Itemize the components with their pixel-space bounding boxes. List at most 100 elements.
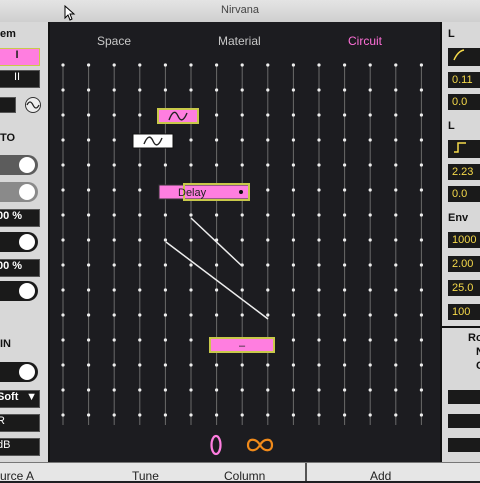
label-n: N [476,346,480,358]
grid-node [189,313,193,317]
grid-node [368,263,372,267]
value-field-6[interactable]: 2.00 [448,256,480,272]
grid-node [368,163,372,167]
grid-node [240,213,244,217]
grid-node [343,63,347,67]
sine-module-1[interactable] [157,108,199,124]
grid-node [266,63,270,67]
grid-node [368,138,372,142]
grid-node [87,138,91,142]
grid-node [163,88,167,92]
grid-node [419,113,423,117]
grid-node [368,63,372,67]
grid-node [112,363,116,367]
grid-node [394,263,398,267]
pulse-shape-button[interactable] [448,140,480,158]
add-button[interactable]: Add [370,469,391,483]
right-panel: L 0.11 0.0 L 2.23 0.0 Env 1000 2.00 25.0… [440,22,480,462]
grid-node [266,163,270,167]
grid-node [291,163,295,167]
grid-node [317,263,321,267]
divider [442,326,480,328]
grid-node [317,63,321,67]
grid-node [61,388,65,392]
grid-node [368,113,372,117]
toggle-3[interactable] [0,232,38,252]
value-field-7[interactable]: 25.0 [448,280,480,296]
grid-node [266,288,270,292]
grid-node [343,163,347,167]
grid-node [240,63,244,67]
source-tab[interactable]: urce A [0,469,34,483]
value-field-4[interactable]: 0.0 [448,186,480,202]
infinity-icon[interactable] [246,438,274,452]
grid-node [61,88,65,92]
grid-node [368,188,372,192]
grid-node [343,338,347,342]
grid-node [343,188,347,192]
value-field-2[interactable]: 0.0 [448,94,480,110]
mode-dropdown[interactable]: Soft ▼ [0,390,40,408]
grid-node [61,213,65,217]
grid-node [189,363,193,367]
left-panel-header: em [0,28,16,40]
grid-lines [62,65,422,425]
grid-node [163,363,167,367]
grid-node [266,213,270,217]
toggle-4[interactable] [0,281,38,301]
left-panel: em I II TO 00 % 00 % IN Soft ▼ R dB [0,22,50,462]
grid-node [317,288,321,292]
percent-field-2[interactable]: 00 % [0,259,40,277]
grid-node [215,313,219,317]
grid-node [266,113,270,117]
grid-node [394,288,398,292]
sine-module-2[interactable] [132,133,174,149]
value-field-8[interactable]: 100 [448,304,480,320]
mono-button[interactable]: I [0,48,40,66]
sine-wave-icon[interactable] [24,96,42,114]
grid-node [368,413,372,417]
stereo-button[interactable]: II [0,70,40,88]
circuit-grid[interactable]: Delay – [50,22,440,462]
grid-node [189,413,193,417]
grid-node [317,238,321,242]
toggle-5[interactable] [0,362,38,382]
grid-node [87,163,91,167]
meter-bar-2 [448,414,480,428]
grid-node [61,263,65,267]
grid-node [189,338,193,342]
value-field-3[interactable]: 2.23 [448,164,480,180]
grid-node [189,88,193,92]
toggle-2[interactable] [0,182,38,202]
column-tab[interactable]: Column [224,469,265,483]
r-field[interactable]: R [0,414,40,432]
tune-tab[interactable]: Tune [132,469,159,483]
input-box[interactable] [0,97,16,113]
grid-node [266,238,270,242]
grid-node [394,88,398,92]
grid-node [87,188,91,192]
feedback-icon[interactable] [210,434,222,456]
circuit-canvas[interactable]: Space Material Circuit Delay – [50,22,440,462]
meter-bar-3 [448,438,480,452]
grid-node [291,238,295,242]
grid-node [87,113,91,117]
percent-field-1[interactable]: 00 % [0,209,40,227]
grid-node [215,163,219,167]
ramp-icon [453,49,465,61]
db-field[interactable]: dB [0,438,40,456]
waveform-shape-button[interactable] [448,48,480,66]
toggle-1[interactable] [0,155,38,175]
grid-node [419,188,423,192]
grid-node [394,338,398,342]
grid-node [240,313,244,317]
grid-node [112,138,116,142]
grid-node [138,263,142,267]
value-field-1[interactable]: 0.11 [448,72,480,88]
grid-node [163,63,167,67]
grid-node [266,413,270,417]
grid-node [87,338,91,342]
grid-node [419,238,423,242]
grid-node [240,413,244,417]
value-field-5[interactable]: 1000 [448,232,480,248]
